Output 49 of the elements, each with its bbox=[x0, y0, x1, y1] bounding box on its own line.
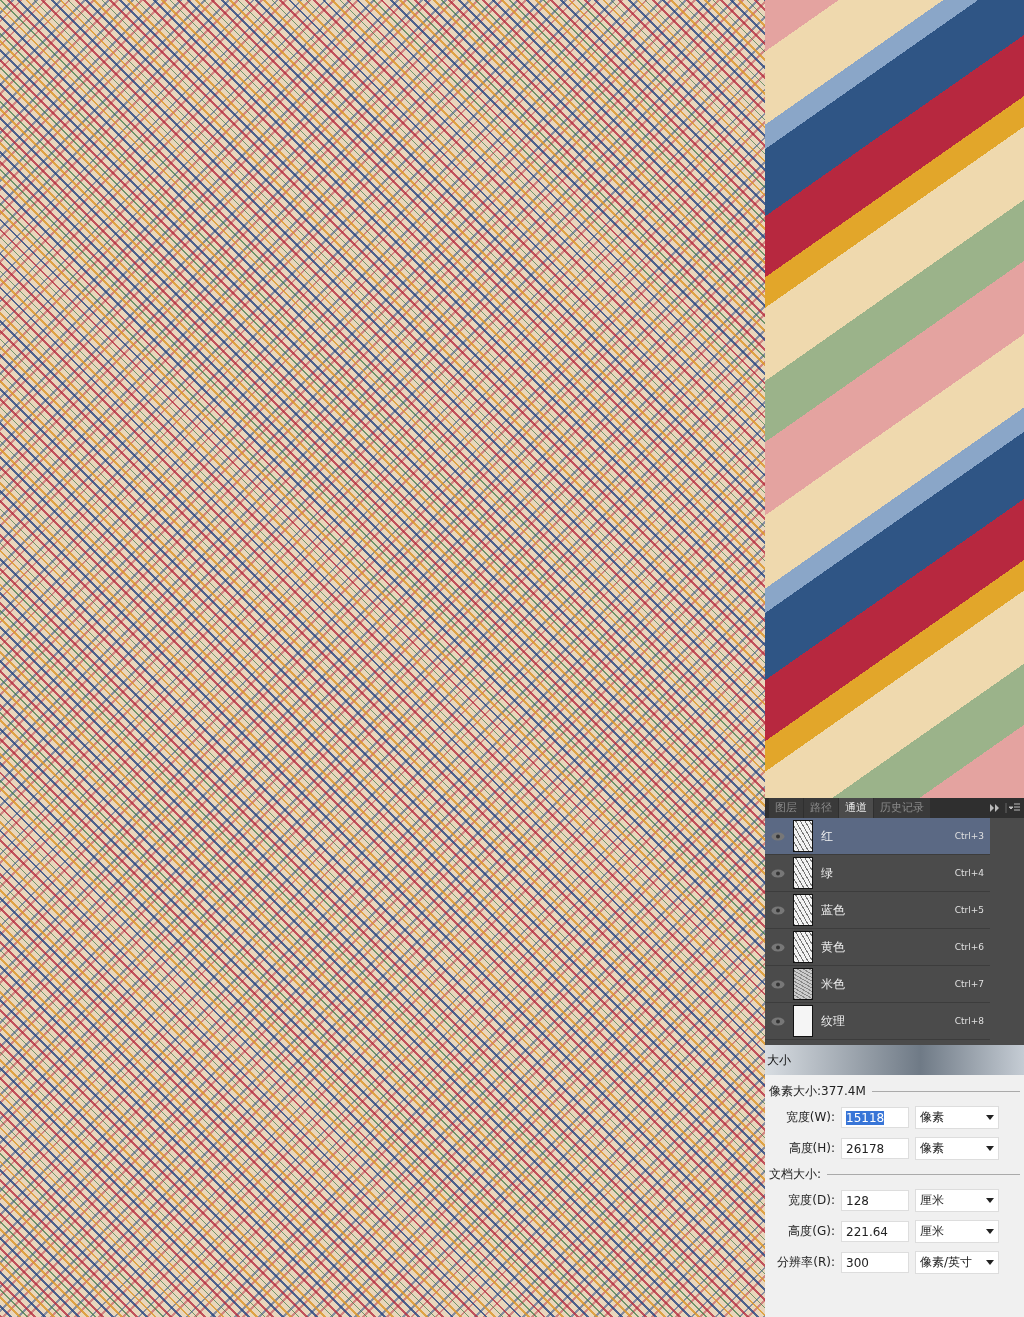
dialog-title: 大小 bbox=[765, 1045, 1024, 1075]
shortcut-label: Ctrl+4 bbox=[954, 868, 984, 878]
input-field[interactable]: 26178 bbox=[841, 1138, 909, 1159]
field-label: 宽度(W): bbox=[784, 1109, 835, 1126]
shortcut-label: Ctrl+8 bbox=[954, 1016, 984, 1026]
channel-row[interactable]: 黄色 Ctrl+6 bbox=[765, 929, 990, 966]
channel-name: 蓝色 bbox=[821, 901, 846, 919]
unit-dropdown[interactable]: 像素/英寸 bbox=[915, 1251, 999, 1274]
input-field[interactable]: 221.64 bbox=[841, 1221, 909, 1242]
eye-icon[interactable] bbox=[771, 1016, 785, 1026]
caret-icon bbox=[986, 1260, 994, 1265]
input-field[interactable]: 128 bbox=[841, 1190, 909, 1211]
field-label: 高度(H): bbox=[787, 1140, 835, 1157]
eye-icon[interactable] bbox=[771, 831, 785, 841]
caret-icon bbox=[986, 1229, 994, 1234]
channel-row[interactable]: 蓝色 Ctrl+5 bbox=[765, 892, 990, 929]
shortcut-label: Ctrl+5 bbox=[954, 905, 984, 915]
caret-icon bbox=[986, 1115, 994, 1120]
channel-name: 纹理 bbox=[821, 1012, 846, 1030]
channel-row[interactable]: 绿 Ctrl+4 bbox=[765, 855, 990, 892]
input-field[interactable]: 300 bbox=[841, 1252, 909, 1273]
shortcut-label: Ctrl+6 bbox=[954, 942, 984, 952]
eye-icon[interactable] bbox=[771, 868, 785, 878]
unit-dropdown[interactable]: 像素 bbox=[915, 1137, 999, 1160]
section-label: 文档大小: bbox=[769, 1166, 822, 1183]
eye-icon[interactable] bbox=[771, 979, 785, 989]
caret-icon bbox=[986, 1146, 994, 1151]
eye-icon[interactable] bbox=[771, 905, 785, 915]
shortcut-label: Ctrl+7 bbox=[954, 979, 984, 989]
channel-name: 米色 bbox=[821, 975, 846, 993]
channel-name: 黄色 bbox=[821, 938, 846, 956]
field-label: 高度(G): bbox=[787, 1223, 835, 1240]
panel-tab[interactable]: 通道 bbox=[839, 798, 873, 818]
caret-icon bbox=[986, 1198, 994, 1203]
section-label: 像素大小:377.4M bbox=[769, 1083, 866, 1100]
eye-icon[interactable] bbox=[771, 942, 785, 952]
input-field[interactable]: 15118 bbox=[841, 1107, 909, 1128]
panel-menu-icon[interactable] bbox=[990, 803, 1020, 813]
unit-dropdown[interactable]: 像素 bbox=[915, 1106, 999, 1129]
channel-row[interactable]: 米色 Ctrl+7 bbox=[765, 966, 990, 1003]
channel-row[interactable]: 红 Ctrl+3 bbox=[765, 818, 990, 855]
channel-name: 绿 bbox=[821, 864, 834, 882]
channel-row[interactable]: 纹理 Ctrl+8 bbox=[765, 1003, 990, 1040]
channel-name: 红 bbox=[821, 827, 834, 845]
unit-dropdown[interactable]: 厘米 bbox=[915, 1189, 999, 1212]
shortcut-label: Ctrl+3 bbox=[954, 831, 984, 841]
unit-dropdown[interactable]: 厘米 bbox=[915, 1220, 999, 1243]
field-label: 分辨率(R): bbox=[776, 1254, 835, 1271]
field-label: 宽度(D): bbox=[787, 1192, 835, 1209]
